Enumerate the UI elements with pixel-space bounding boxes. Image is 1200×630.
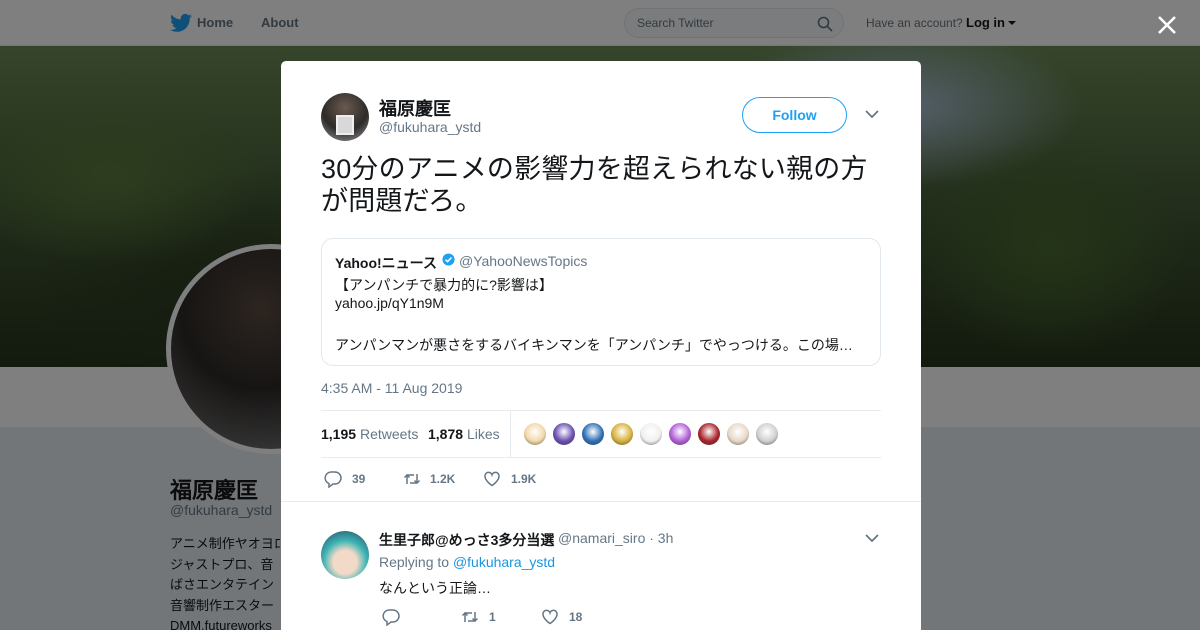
quoted-text-line: アンパンマンが悪さをするバイキンマンを「アンパンチ」でやっつける。この場面につい… xyxy=(335,337,865,353)
heart-icon[interactable] xyxy=(483,470,501,488)
liker-avatar[interactable] xyxy=(523,422,547,446)
quoted-link[interactable]: yahoo.jp/qY1n9M xyxy=(335,295,444,311)
verified-badge-icon xyxy=(442,253,455,266)
reply-separator xyxy=(281,501,921,502)
tweet-actions: 39 1.2K 1.9K xyxy=(321,469,881,489)
tweet-timestamp[interactable]: 4:35 AM - 11 Aug 2019 xyxy=(321,380,462,396)
quoted-author-handle: @YahooNewsTopics xyxy=(459,253,588,269)
chevron-down-icon[interactable] xyxy=(865,109,879,119)
reply-retweet-count[interactable]: 1 xyxy=(489,610,496,624)
replying-to: Replying to @fukuhara_ystd xyxy=(379,554,555,570)
retweet-icon[interactable] xyxy=(461,608,479,626)
retweet-count[interactable]: 1.2K xyxy=(430,472,455,486)
likes-count[interactable]: 1,878 xyxy=(428,426,463,442)
tweet-stats: 1,195 Retweets 1,878 Likes xyxy=(321,410,881,458)
liker-avatar[interactable] xyxy=(639,422,663,446)
quoted-author-name: Yahoo!ニュース xyxy=(335,255,437,271)
heart-icon[interactable] xyxy=(541,608,559,626)
tweet-modal: 福原慶匡 @fukuhara_ystd Follow 30分のアニメの影響力を超… xyxy=(281,61,921,630)
avatar-photo-frame xyxy=(336,115,354,135)
author-name[interactable]: 福原慶匡 xyxy=(379,95,451,121)
liker-avatar[interactable] xyxy=(610,422,634,446)
liker-avatar[interactable] xyxy=(726,422,750,446)
reply-count[interactable]: 39 xyxy=(352,472,365,486)
stats-divider xyxy=(510,411,511,457)
liker-avatar[interactable] xyxy=(668,422,692,446)
author-handle[interactable]: @fukuhara_ystd xyxy=(379,119,481,135)
follow-button[interactable]: Follow xyxy=(742,97,847,133)
liker-avatar[interactable] xyxy=(755,422,779,446)
retweet-icon[interactable] xyxy=(403,470,421,488)
tweet-text: 30分のアニメの影響力を超えられない親の方が問題だろ。 xyxy=(321,154,868,216)
author-avatar[interactable] xyxy=(321,93,369,141)
reply-author-avatar[interactable] xyxy=(321,531,369,579)
reply-icon[interactable] xyxy=(324,470,342,488)
like-count[interactable]: 1.9K xyxy=(511,472,536,486)
liker-avatar[interactable] xyxy=(552,422,576,446)
chevron-down-icon[interactable] xyxy=(865,533,879,543)
retweets-label[interactable]: Retweets xyxy=(360,426,418,442)
close-icon[interactable] xyxy=(1155,13,1179,37)
retweets-count[interactable]: 1,195 xyxy=(321,426,356,442)
reply-actions: 1 18 xyxy=(379,607,779,627)
reply-author-handle-time[interactable]: @namari_siro · 3h xyxy=(558,530,673,546)
quoted-tweet[interactable]: Yahoo!ニュース @YahooNewsTopics 【アンパンチで暴力的に?… xyxy=(321,238,881,366)
replying-to-prefix: Replying to xyxy=(379,554,450,570)
reply-icon[interactable] xyxy=(382,608,400,626)
reply-author-name[interactable]: 生里子郎@めっさ3多分当選 xyxy=(379,530,554,550)
replying-to-handle[interactable]: @fukuhara_ystd xyxy=(453,554,555,570)
liker-avatar[interactable] xyxy=(697,422,721,446)
liker-avatar[interactable] xyxy=(581,422,605,446)
reply-text: なんという正論… xyxy=(379,580,491,596)
likes-label[interactable]: Likes xyxy=(467,426,500,442)
quoted-text-line: 【アンパンチで暴力的に?影響は】 xyxy=(335,277,553,293)
reply-like-count[interactable]: 18 xyxy=(569,610,582,624)
